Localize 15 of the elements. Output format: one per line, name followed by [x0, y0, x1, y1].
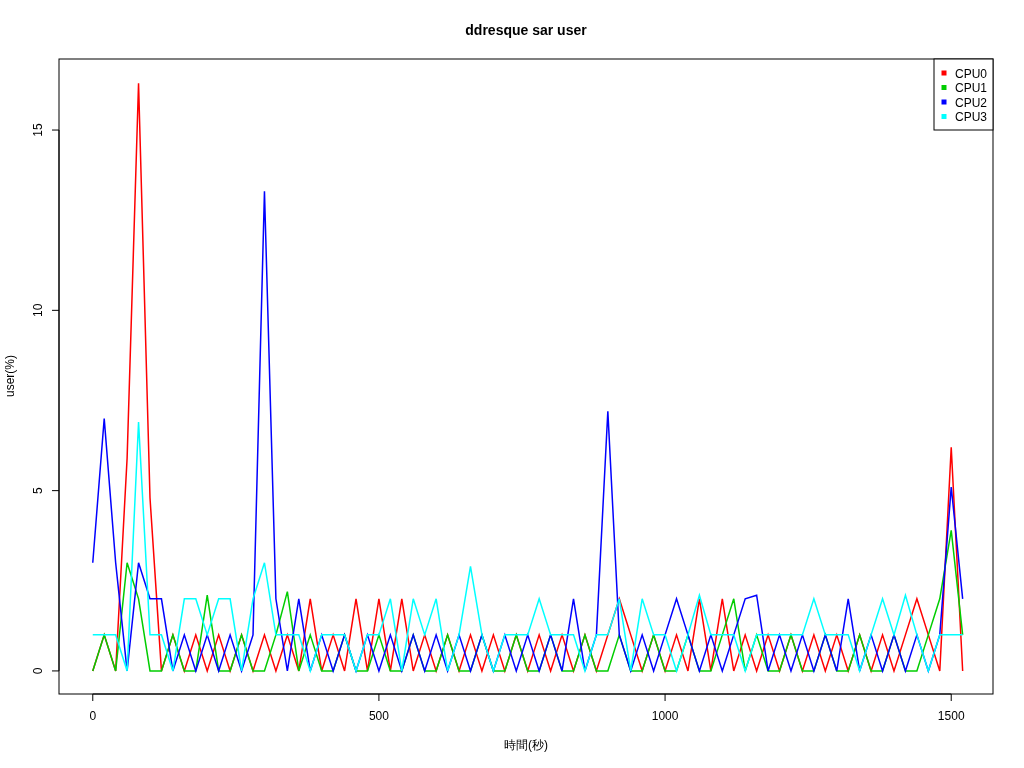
x-tick-label: 0: [89, 709, 97, 723]
x-tick-label: 1000: [651, 709, 679, 723]
chart-title: ddresque sar user: [465, 22, 587, 38]
x-axis-label: 時間(秒): [504, 738, 548, 752]
x-tick-label: 500: [368, 709, 389, 723]
x-tick-label: 1500: [937, 709, 965, 723]
legend-label: CPU2: [955, 95, 987, 110]
legend-label: CPU0: [955, 66, 987, 81]
y-tick-label: 15: [31, 123, 45, 137]
legend-label: CPU3: [955, 110, 987, 124]
y-tick-label: 5: [31, 487, 45, 494]
y-tick-label: 0: [31, 667, 45, 675]
y-tick-label: 10: [31, 303, 45, 317]
y-axis-label: user(%): [3, 355, 17, 397]
legend-label: CPU1: [955, 81, 987, 95]
